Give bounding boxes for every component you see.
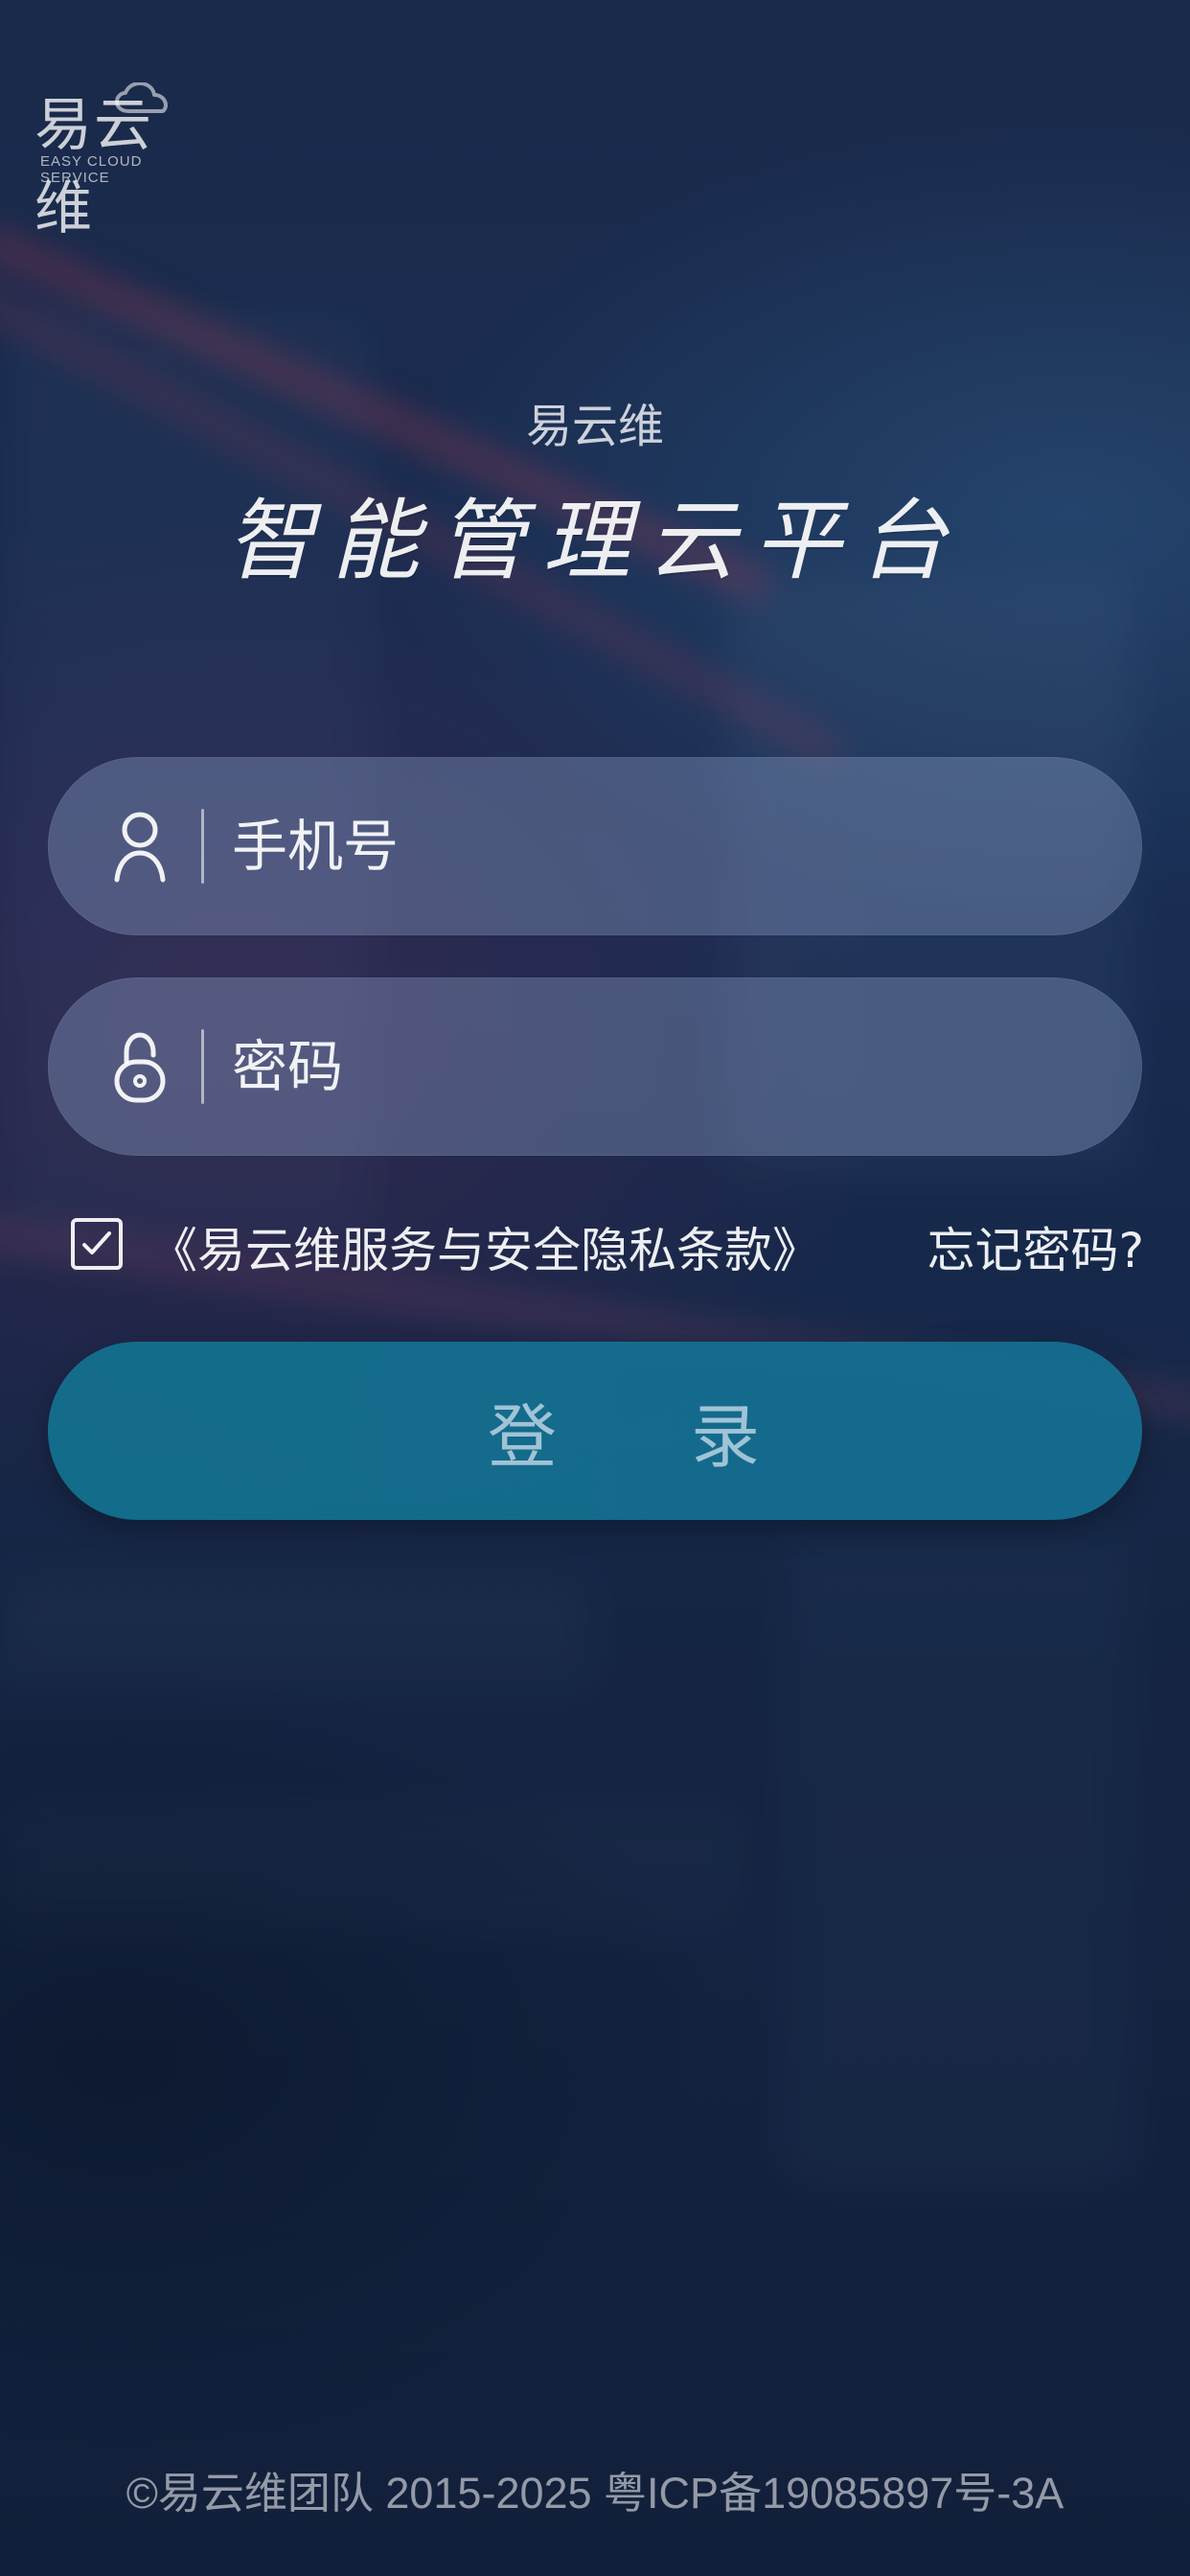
phone-input[interactable] [230, 802, 1096, 890]
terms-row: 《易云维服务与安全隐私条款》 忘记密码? [71, 1212, 1144, 1289]
phone-field[interactable] [48, 757, 1142, 935]
user-icon [114, 812, 166, 883]
forgot-password-link[interactable]: 忘记密码? [927, 1212, 1144, 1281]
logo-subtitle: EASY CLOUD SERVICE [40, 153, 143, 186]
slogan: 智能管理云平台 [225, 490, 964, 592]
password-field[interactable] [48, 978, 1142, 1156]
brand-name: 易云维 [525, 400, 664, 453]
field-divider [201, 1029, 204, 1104]
terms-link[interactable]: 《易云维服务与安全隐私条款》 [149, 1212, 820, 1281]
field-divider [201, 809, 204, 884]
login-button-label: 登 录 [487, 1399, 817, 1477]
lock-icon [114, 1032, 166, 1103]
terms-checkbox[interactable] [71, 1218, 123, 1270]
footer-copyright: ©易云维团队 2015-2025 粤ICP备19085897号-3A [126, 2469, 1064, 2518]
password-input[interactable] [230, 1023, 1096, 1111]
check-icon [82, 1231, 111, 1254]
login-button[interactable]: 登 录 [48, 1342, 1142, 1520]
app-logo: 易云维 EASY CLOUD SERVICE [34, 79, 207, 242]
